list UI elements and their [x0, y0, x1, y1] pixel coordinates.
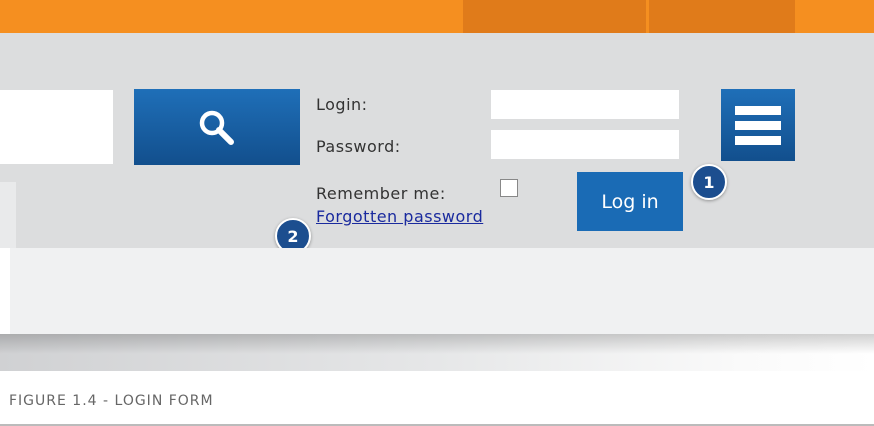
top-nav-tab-left[interactable]: [463, 0, 646, 33]
remember-me-label: Remember me:: [316, 184, 446, 203]
login-label: Login:: [316, 95, 368, 114]
callout-badge-1: 1: [691, 164, 727, 200]
login-input[interactable]: [491, 90, 679, 119]
password-input[interactable]: [491, 130, 679, 159]
remember-me-checkbox[interactable]: [500, 179, 518, 197]
search-icon: [199, 110, 234, 145]
left-edge-block: [0, 182, 16, 248]
top-navigation-bar: [0, 0, 874, 33]
search-input[interactable]: [0, 90, 113, 164]
password-label: Password:: [316, 137, 401, 156]
shadow-gradient: [0, 334, 874, 354]
search-button[interactable]: [134, 89, 300, 165]
login-button[interactable]: Log in: [577, 172, 683, 231]
menu-button[interactable]: [721, 89, 795, 161]
top-nav-tab-right[interactable]: [649, 0, 795, 33]
content-strip: [10, 248, 874, 334]
figure-caption: FIGURE 1.4 - LOGIN FORM: [9, 393, 214, 409]
forgotten-password-link[interactable]: Forgotten password: [316, 207, 483, 226]
